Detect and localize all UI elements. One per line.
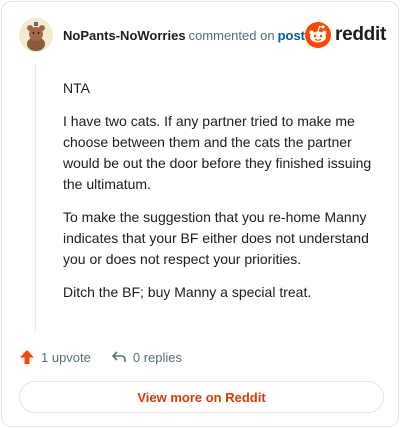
comment-paragraph: I have two cats. If any partner tried to… [63,113,372,192]
avatar[interactable] [19,18,53,52]
action-text: commented on [188,27,275,43]
view-more-button[interactable]: View more on Reddit [19,381,384,413]
upvote-arrow-icon [20,350,34,364]
comment-header: NoPants-NoWorries commented on post reddit [19,18,386,52]
comment-paragraph: NTA [63,80,90,96]
embedded-comment-card: NoPants-NoWorries commented on post reddit… [1,1,399,427]
upvote-count: 1 upvote [41,349,91,365]
reply-icon [112,351,126,362]
replies-count: 0 replies [132,349,183,365]
comment-body: NTA I have two cats. If any partner trie… [63,78,383,315]
thread-line [35,64,36,332]
upvote-button[interactable]: 1 upvote [19,349,91,365]
reddit-logo-icon [305,22,332,48]
reddit-logo[interactable]: reddit [305,22,386,48]
comment-byline: NoPants-NoWorries commented on post [63,28,305,43]
reddit-logo-text: reddit [335,24,386,45]
comment-actions: 1 upvote 0 replies [19,346,202,368]
username-link[interactable]: NoPants-NoWorries [63,28,186,43]
post-link[interactable]: post [278,28,305,43]
replies-button[interactable]: 0 replies [111,349,182,365]
comment-paragraph: Ditch the BF; buy Manny a special treat. [63,284,312,300]
comment-paragraph: To make the suggestion that you re-home … [63,209,369,267]
